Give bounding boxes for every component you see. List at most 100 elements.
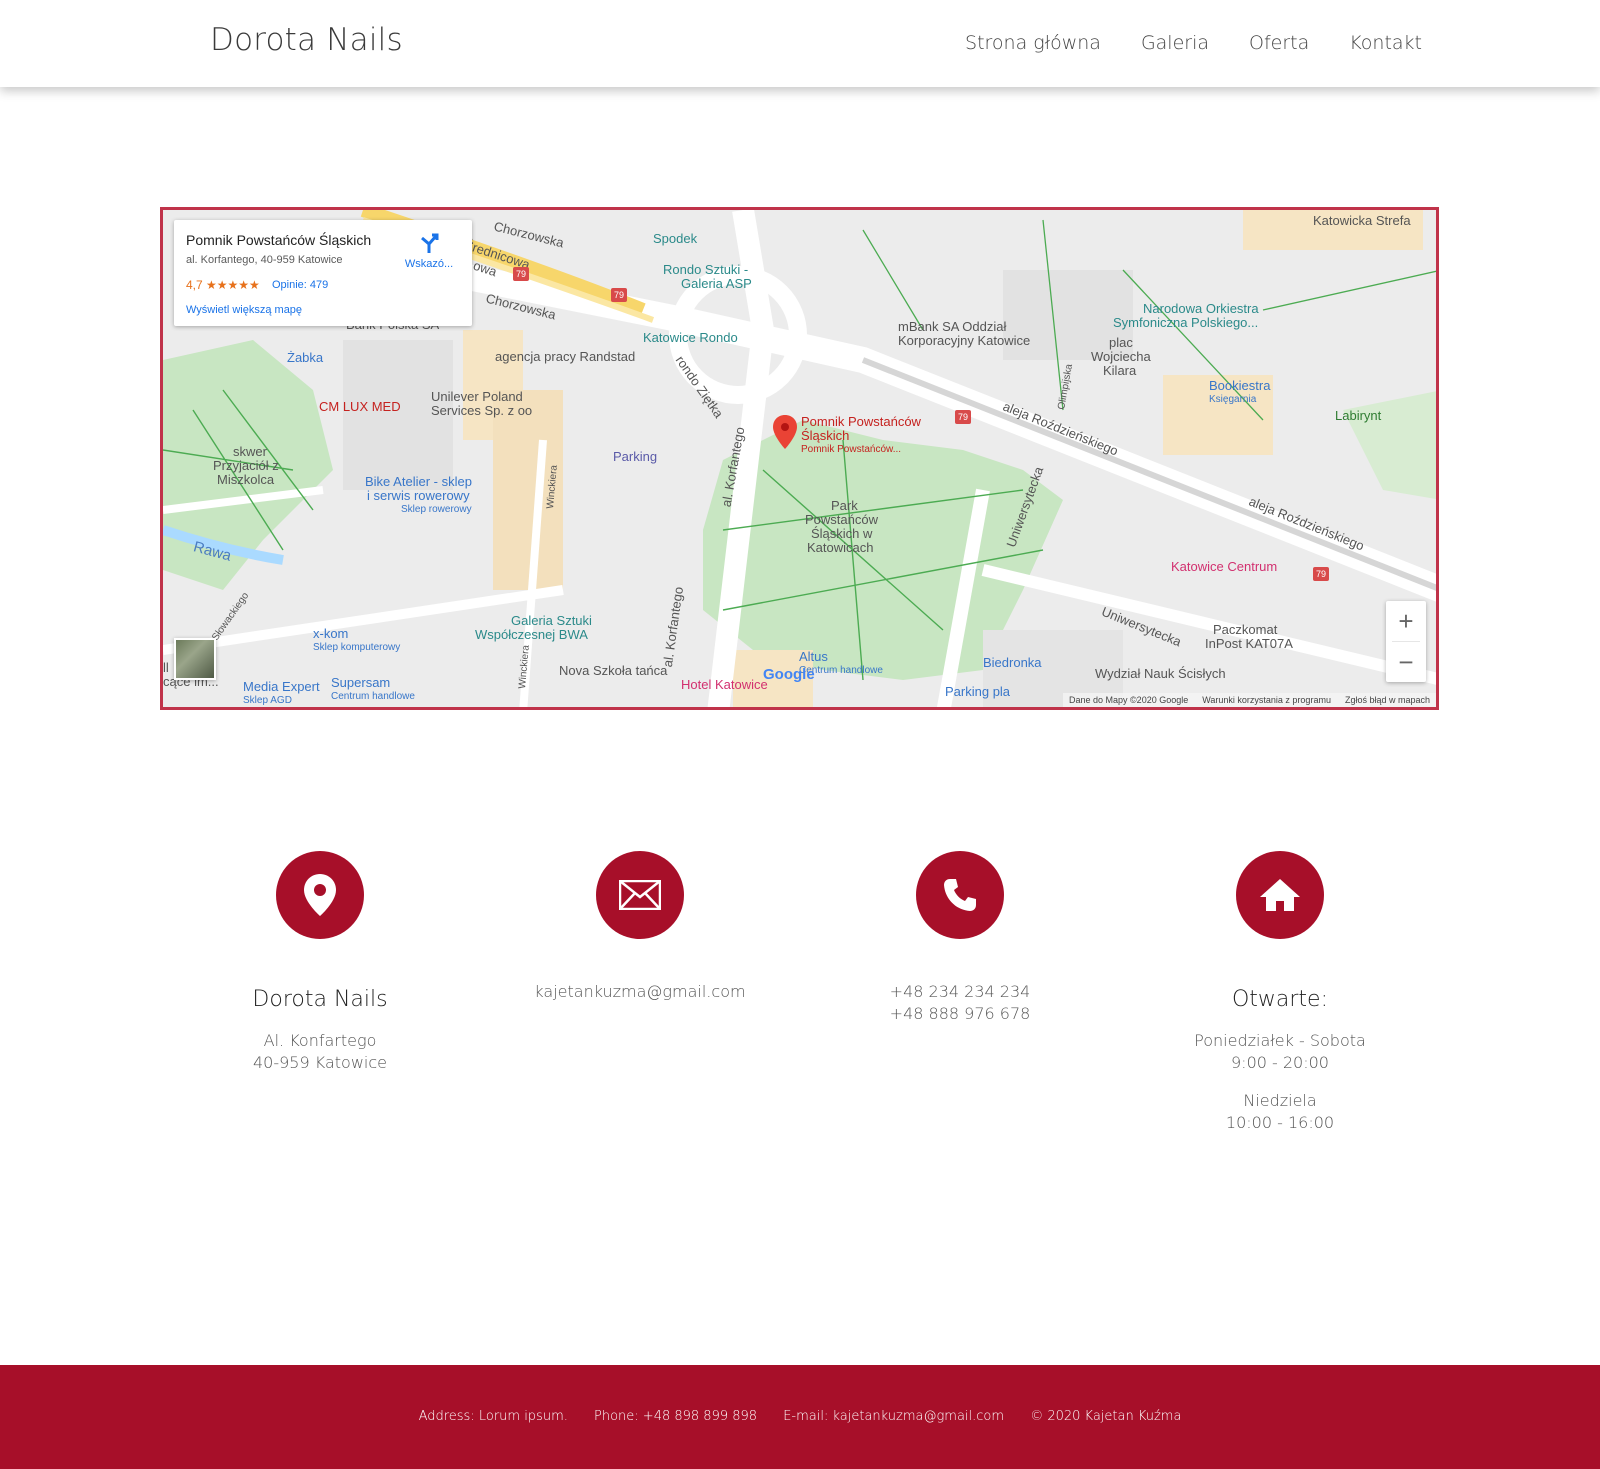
map-label-unilever-2[interactable]: Services Sp. z oo <box>431 404 532 418</box>
map-label-media[interactable]: Media Expert <box>243 680 320 694</box>
map-label-biedronka[interactable]: Biedronka <box>983 656 1042 670</box>
map-label-parking[interactable]: Parking <box>613 450 657 464</box>
footer-email[interactable]: E-mail: kajetankuzma@gmail.com <box>783 1409 1004 1424</box>
map-label-supersam-2[interactable]: Centrum handlowe <box>331 690 415 704</box>
map-label-hotel[interactable]: Hotel Katowice <box>681 678 768 692</box>
hours-heading: Otwarte: <box>1231 987 1329 1012</box>
road-badge-79: 79 <box>513 267 530 281</box>
footer-phone: Phone: +48 898 899 898 <box>594 1409 758 1424</box>
nav-item-offer[interactable]: Oferta <box>1249 32 1309 54</box>
map-label-pomnik-2[interactable]: Śląskich <box>801 429 849 443</box>
map-label-xkom-2[interactable]: Sklep komputerowy <box>313 641 400 655</box>
map-label-park-3: Śląskich w <box>811 526 873 541</box>
place-rating: 4,7 ★★★★★ <box>186 278 260 292</box>
map-label-labirynt[interactable]: Labirynt <box>1335 409 1381 423</box>
map-label-altus[interactable]: Altus <box>799 650 828 664</box>
zoom-in-button[interactable]: + <box>1386 601 1426 641</box>
phone-number-1[interactable]: +48 234 234 234 <box>795 981 1125 1003</box>
map-marker-icon[interactable] <box>773 415 797 449</box>
nav-item-gallery[interactable]: Galeria <box>1141 32 1209 54</box>
map-label-mbank-2[interactable]: Korporacyjny Katowice <box>898 334 1030 348</box>
weekday-hours: 9:00 - 20:00 <box>1231 1053 1329 1072</box>
map-label-katowicka-strefa[interactable]: Katowicka Strefa <box>1313 214 1411 228</box>
terms-link[interactable]: Warunki korzystania z programu <box>1202 693 1331 707</box>
map-label-cmlux[interactable]: CM LUX MED <box>319 400 401 414</box>
road-badge-79-2: 79 <box>611 288 628 302</box>
map-data-credit: Dane do Mapy ©2020 Google <box>1069 695 1189 705</box>
map-label-agencja[interactable]: agencja pracy Randstad <box>495 350 635 364</box>
map-label-rondo-sztuki[interactable]: Rondo Sztuki - <box>663 263 748 277</box>
map-label-pomnik[interactable]: Pomnik Powstańców <box>801 415 921 429</box>
map-label-supersam[interactable]: Supersam <box>331 676 390 690</box>
report-error-link[interactable]: Zgłoś błąd w mapach <box>1345 693 1430 707</box>
home-icon <box>1260 879 1300 911</box>
contact-email: kajetankuzma@gmail.com <box>475 851 805 1003</box>
nav-item-home[interactable]: Strona główna <box>965 32 1101 54</box>
map-label-parking-pla[interactable]: Parking pla <box>945 685 1010 699</box>
map-label-bookiestra-2[interactable]: Księgarnia <box>1209 393 1256 407</box>
phone-circle <box>916 851 1004 939</box>
map-label-bookiestra[interactable]: Bookiestra <box>1209 379 1270 393</box>
map-label-xkom[interactable]: x-kom <box>313 627 348 641</box>
nav-item-contact[interactable]: Kontakt <box>1349 32 1422 54</box>
directions-icon <box>421 233 439 253</box>
map-label-galeria-asp[interactable]: Galeria ASP <box>681 277 752 291</box>
map-label-paczkomat-2[interactable]: InPost KAT07A <box>1205 637 1293 651</box>
map-label-media-2[interactable]: Sklep AGD <box>243 694 292 707</box>
location-icon <box>304 874 336 916</box>
map-label-galeria-bwa[interactable]: Galeria Sztuki <box>511 614 592 628</box>
map-label-nova[interactable]: Nova Szkoła tańca <box>559 664 667 678</box>
map-label-bike[interactable]: Bike Atelier - sklep <box>365 475 472 489</box>
brand-logo[interactable]: Dorota Nails <box>210 22 403 58</box>
envelope-icon <box>619 880 661 910</box>
map-label-park: Park <box>831 498 858 513</box>
map-label-paczkomat[interactable]: Paczkomat <box>1213 623 1277 637</box>
map-label-mbank[interactable]: mBank SA Oddział <box>898 320 1006 334</box>
zoom-out-button[interactable]: − <box>1386 642 1426 682</box>
map-label-narodowa-2[interactable]: Symfoniczna Polskiego... <box>1113 316 1258 330</box>
contact-business-name: Dorota Nails <box>252 987 388 1012</box>
map-label-bike-2[interactable]: i serwis rowerowy <box>367 489 470 503</box>
map-label-skwer: skwer <box>233 444 267 459</box>
place-address: al. Korfantego, 40-959 Katowice <box>186 254 343 266</box>
map-label-spodek[interactable]: Spodek <box>653 232 697 246</box>
map-label-narodowa[interactable]: Narodowa Orkiestra <box>1143 302 1259 316</box>
footer-address: Address: Lorum ipsum. <box>418 1409 568 1424</box>
map-label-zabka[interactable]: Żabka <box>287 351 323 365</box>
sunday-hours: 10:00 - 16:00 <box>1225 1113 1335 1132</box>
map-label-plac-2: Wojciecha <box>1091 349 1151 364</box>
footer-copyright: © 2020 Kajetan Kuźma <box>1030 1409 1182 1424</box>
map-label-park-2: Powstańców <box>805 512 878 527</box>
address-line-1: Al. Konfartego <box>263 1031 377 1050</box>
address-line-2: 40-959 Katowice <box>252 1053 387 1072</box>
map-label-plac: plac <box>1109 335 1133 350</box>
phone-number-2[interactable]: +48 888 976 678 <box>795 1003 1125 1025</box>
site-header: Dorota Nails Strona główna Galeria Ofert… <box>0 0 1600 87</box>
map-label-wydzial[interactable]: Wydział Nauk Ścisłych <box>1095 667 1226 681</box>
satellite-toggle[interactable] <box>174 638 216 680</box>
map-attribution: Dane do Mapy ©2020 Google Warunki korzys… <box>1063 693 1436 707</box>
view-larger-map-link[interactable]: Wyświetl większą mapę <box>186 304 302 316</box>
place-info-card: Pomnik Powstańców Śląskich al. Korfanteg… <box>174 220 472 326</box>
map-label-katowice-rondo[interactable]: Katowice Rondo <box>643 331 738 345</box>
map-label-katowice-centrum[interactable]: Katowice Centrum <box>1171 560 1277 574</box>
weekday-range: Poniedziałek - Sobota <box>1194 1031 1366 1050</box>
road-badge-79-4: 79 <box>1313 567 1330 581</box>
google-logo: Google <box>763 666 815 683</box>
map-label-galeria-bwa-2[interactable]: Współczesnej BWA <box>475 628 588 642</box>
map-label-bike-3[interactable]: Sklep rowerowy <box>401 503 472 517</box>
main-nav: Strona główna Galeria Oferta Kontakt <box>925 32 1422 54</box>
email-address[interactable]: kajetankuzma@gmail.com <box>475 981 805 1003</box>
home-circle <box>1236 851 1324 939</box>
map-label-pomnik-3[interactable]: Pomnik Powstańców... <box>801 443 901 457</box>
zoom-controls: + − <box>1386 601 1426 682</box>
location-circle <box>276 851 364 939</box>
place-reviews-link[interactable]: Opinie: 479 <box>272 279 328 291</box>
map-label-miszkolca: Miszkolca <box>217 472 275 487</box>
site-footer: Address: Lorum ipsum. Phone: +48 898 899… <box>0 1365 1600 1469</box>
envelope-circle <box>596 851 684 939</box>
map-label-unilever[interactable]: Unilever Poland <box>431 390 523 404</box>
google-map[interactable]: Spodek Rondo Sztuki - Galeria ASP Katowi… <box>160 207 1439 710</box>
phone-icon <box>944 879 976 911</box>
directions-button[interactable]: Wskazó... <box>399 232 459 270</box>
